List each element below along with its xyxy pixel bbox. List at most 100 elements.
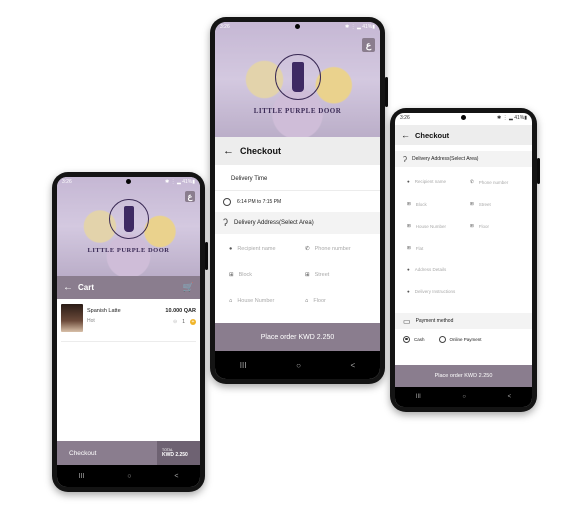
floor-field[interactable]: ⊞ Floor bbox=[470, 223, 489, 229]
page-title: Checkout bbox=[415, 130, 450, 140]
block-icon: ⊞ bbox=[229, 272, 234, 278]
cart-item[interactable]: Spanish Latte Hot 10.000 QAR ⊖ 1 + bbox=[61, 304, 196, 338]
back-button[interactable]: < bbox=[174, 473, 178, 480]
street-field[interactable]: ⊞ Street bbox=[470, 201, 491, 207]
back-arrow-icon[interactable]: ← bbox=[63, 282, 73, 293]
hero-banner: LITTLE PURPLE DOOR ع bbox=[215, 22, 380, 137]
address-screen: 3:26 ✱ ⋮ ▂ 41%▮ ← Checkout ʔ Delivery Ad… bbox=[395, 113, 532, 407]
back-button[interactable]: < bbox=[351, 361, 356, 370]
brand-logo-text: LITTLE PURPLE DOOR bbox=[253, 107, 342, 115]
item-name: Spanish Latte bbox=[87, 308, 121, 314]
phone-icon: ✆ bbox=[305, 246, 310, 252]
back-arrow-icon[interactable]: ← bbox=[223, 145, 234, 157]
delivery-time-label: Delivery Time bbox=[231, 176, 268, 182]
house-icon: ⊞ bbox=[407, 223, 411, 228]
phone-icon: ✆ bbox=[470, 179, 474, 184]
checkout-header: ← Checkout bbox=[395, 125, 532, 145]
checkout-button[interactable]: Checkout bbox=[57, 441, 157, 465]
status-time: 3:26 bbox=[400, 114, 410, 121]
system-nav-bar: III ○ < bbox=[215, 351, 380, 379]
status-icons: ✱ ⋮ ▂ 41%▮ bbox=[497, 114, 527, 121]
system-nav-bar: III ○ < bbox=[57, 465, 200, 487]
cart-screen: 3:26 ✱ ⋮ ▂ 41%▮ LITTLE PURPLE DOOR ع ← C… bbox=[57, 177, 200, 487]
cash-label: Cash bbox=[414, 336, 425, 342]
block-icon: ⊞ bbox=[407, 201, 411, 206]
location-pin-icon: ● bbox=[407, 289, 410, 294]
item-price: 10.000 QAR bbox=[165, 308, 196, 314]
quantity-stepper[interactable]: ⊖ 1 + bbox=[173, 319, 196, 325]
item-option: Hot bbox=[87, 318, 95, 324]
block-field[interactable]: ⊞ Block bbox=[229, 272, 252, 278]
back-button[interactable]: < bbox=[508, 394, 512, 400]
recipient-name-field[interactable]: ● Recipient name bbox=[407, 179, 446, 184]
cart-footer: Checkout TOTAL KWD 2.250 bbox=[57, 441, 200, 465]
recent-apps-button[interactable]: III bbox=[416, 394, 421, 400]
page-title: Checkout bbox=[240, 146, 282, 156]
delivery-time-option[interactable]: 6:14 PM to 7:15 PM bbox=[215, 196, 380, 208]
checkout-header: ← Checkout bbox=[215, 137, 380, 165]
total-value: KWD 2.250 bbox=[162, 452, 188, 458]
place-order-button[interactable]: Place order KWD 2.250 bbox=[395, 365, 532, 387]
cart-header: ← Cart 🛒 bbox=[57, 276, 200, 299]
delivery-address-section[interactable]: ʔ Delivery Address(Select Area) bbox=[395, 151, 532, 167]
ear-location-icon: ʔ bbox=[403, 154, 407, 164]
home-button[interactable]: ○ bbox=[296, 361, 301, 370]
page-title: Cart bbox=[78, 283, 95, 292]
side-button bbox=[205, 242, 208, 270]
block-field[interactable]: ⊞ Block bbox=[407, 201, 427, 207]
house-icon: ⌂ bbox=[229, 298, 233, 304]
street-icon: ⊞ bbox=[470, 201, 474, 206]
recent-apps-button[interactable]: III bbox=[78, 473, 84, 480]
front-camera bbox=[295, 24, 300, 29]
phone-checkout: 3:26 ✱ ⋮ ▂ 41%▮ LITTLE PURPLE DOOR ع ← C… bbox=[210, 17, 388, 384]
phone-address: 3:26 ✱ ⋮ ▂ 41%▮ ← Checkout ʔ Delivery Ad… bbox=[390, 108, 540, 412]
shaker-icon bbox=[123, 206, 134, 232]
language-button[interactable]: ع bbox=[185, 191, 195, 202]
delivery-address-label: Delivery Address(Select Area) bbox=[412, 156, 479, 162]
brand-logo-text: LITTLE PURPLE DOOR bbox=[87, 247, 170, 254]
place-order-button[interactable]: Place order KWD 2.250 bbox=[215, 323, 380, 351]
online-payment-radio[interactable] bbox=[438, 335, 446, 343]
back-arrow-icon[interactable]: ← bbox=[401, 130, 410, 140]
language-button[interactable]: ع bbox=[362, 38, 375, 52]
status-time: 3:26 bbox=[220, 23, 230, 30]
house-number-field[interactable]: ⊞ House Number bbox=[407, 223, 446, 229]
checkout-screen: 3:26 ✱ ⋮ ▂ 41%▮ LITTLE PURPLE DOOR ع ← C… bbox=[215, 22, 380, 379]
brand-logo bbox=[108, 199, 149, 239]
flat-field[interactable]: ⊞ Flat bbox=[407, 245, 423, 251]
hero-banner: LITTLE PURPLE DOOR ع bbox=[57, 177, 200, 276]
quantity-value: 1 bbox=[182, 319, 185, 325]
minus-icon[interactable]: ⊖ bbox=[173, 319, 177, 325]
house-number-field[interactable]: ⌂ House Number bbox=[229, 298, 274, 304]
street-field[interactable]: ⊞ Street bbox=[305, 272, 329, 278]
delivery-address-label: Delivery Address(Select Area) bbox=[234, 220, 314, 226]
side-button bbox=[385, 77, 388, 107]
delivery-address-section[interactable]: ʔ Delivery Address(Select Area) bbox=[215, 212, 380, 234]
phone-number-field[interactable]: ✆ Phone number bbox=[470, 179, 508, 185]
floor-field[interactable]: ⌂ Floor bbox=[305, 298, 326, 304]
ear-location-icon: ʔ bbox=[223, 217, 228, 229]
plus-icon[interactable]: + bbox=[190, 319, 196, 325]
cart-icon[interactable]: 🛒 bbox=[183, 282, 194, 293]
delivery-instructions-field[interactable]: ● Delivery Instructions bbox=[407, 289, 455, 294]
street-icon: ⊞ bbox=[305, 272, 310, 278]
delivery-time-value: 6:14 PM to 7:15 PM bbox=[237, 199, 282, 205]
payment-icon: ▭ bbox=[403, 316, 411, 326]
status-time: 3:26 bbox=[62, 178, 72, 185]
payment-method-section: ▭ Payment method bbox=[395, 313, 532, 329]
home-button[interactable]: ○ bbox=[462, 394, 466, 400]
status-icons: ✱ ⋮ ▂ 41%▮ bbox=[345, 23, 375, 30]
person-icon: ● bbox=[407, 179, 410, 184]
address-details-field[interactable]: ● Address Details bbox=[407, 267, 446, 272]
floor-icon: ⌂ bbox=[305, 298, 309, 304]
floor-icon: ⊞ bbox=[470, 223, 474, 228]
phone-cart: 3:26 ✱ ⋮ ▂ 41%▮ LITTLE PURPLE DOOR ع ← C… bbox=[52, 172, 208, 492]
phone-number-field[interactable]: ✆ Phone number bbox=[305, 246, 351, 252]
payment-options: Cash Online Payment bbox=[395, 333, 532, 345]
delivery-time-radio[interactable] bbox=[223, 198, 231, 206]
cash-radio[interactable] bbox=[403, 335, 410, 343]
recent-apps-button[interactable]: III bbox=[240, 361, 247, 370]
home-button[interactable]: ○ bbox=[127, 473, 131, 480]
person-icon: ● bbox=[229, 246, 233, 252]
recipient-name-field[interactable]: ● Recipient name bbox=[229, 246, 276, 252]
